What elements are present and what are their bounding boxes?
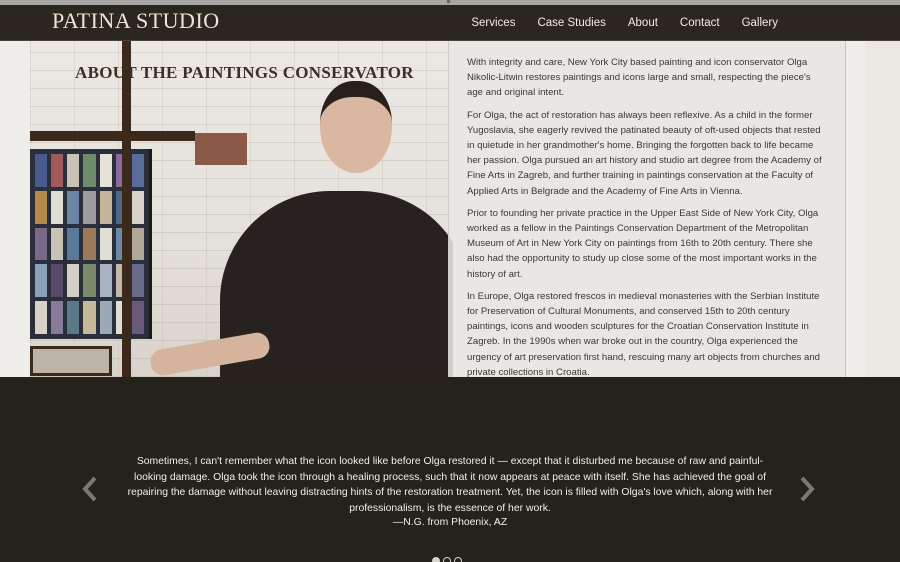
- right-margin: [866, 41, 900, 377]
- carousel-dots: [432, 557, 462, 562]
- chevron-left-icon[interactable]: [82, 476, 98, 502]
- bio-panel: With integrity and care, New York City b…: [448, 41, 846, 378]
- bio-paragraph: For Olga, the act of restoration has alw…: [467, 109, 822, 197]
- nav-contact[interactable]: Contact: [680, 17, 720, 29]
- about-section: ABOUT THE PAINTINGS CONSERVATOR With int…: [0, 41, 900, 378]
- nav-about[interactable]: About: [628, 17, 658, 29]
- testimonial-quote: Sometimes, I can't remember what the ico…: [127, 456, 773, 514]
- carousel-dot[interactable]: [443, 557, 451, 562]
- page-title: ABOUT THE PAINTINGS CONSERVATOR: [75, 63, 414, 82]
- carousel-dot[interactable]: [454, 557, 462, 562]
- icon-frame: [30, 346, 112, 376]
- site-logo[interactable]: PATINA STUDIO: [52, 8, 220, 34]
- nav-case-studies[interactable]: Case Studies: [537, 17, 605, 29]
- testimonial-author: —N.G. from Phoenix, AZ: [392, 517, 508, 528]
- paint-swatch-board: [30, 149, 152, 339]
- wall-patch: [195, 133, 247, 165]
- easel-post: [122, 41, 131, 377]
- carousel-dot[interactable]: [432, 557, 440, 562]
- person-head: [320, 81, 392, 173]
- conservator-photo: [30, 41, 453, 377]
- chevron-right-icon[interactable]: [799, 476, 815, 502]
- nav-gallery[interactable]: Gallery: [742, 17, 778, 29]
- main-nav: Services Case Studies About Contact Gall…: [449, 5, 778, 41]
- testimonial-section: Sometimes, I can't remember what the ico…: [0, 377, 900, 562]
- site-header: PATINA STUDIO Services Case Studies Abou…: [0, 5, 900, 41]
- nav-services[interactable]: Services: [471, 17, 515, 29]
- bio-paragraph: Prior to founding her private practice i…: [467, 207, 819, 280]
- easel-bar: [30, 131, 195, 141]
- bio-paragraph: With integrity and care, New York City b…: [467, 57, 811, 99]
- top-tick: [447, 0, 450, 3]
- bio-paragraph: In Europe, Olga restored frescos in medi…: [467, 290, 821, 378]
